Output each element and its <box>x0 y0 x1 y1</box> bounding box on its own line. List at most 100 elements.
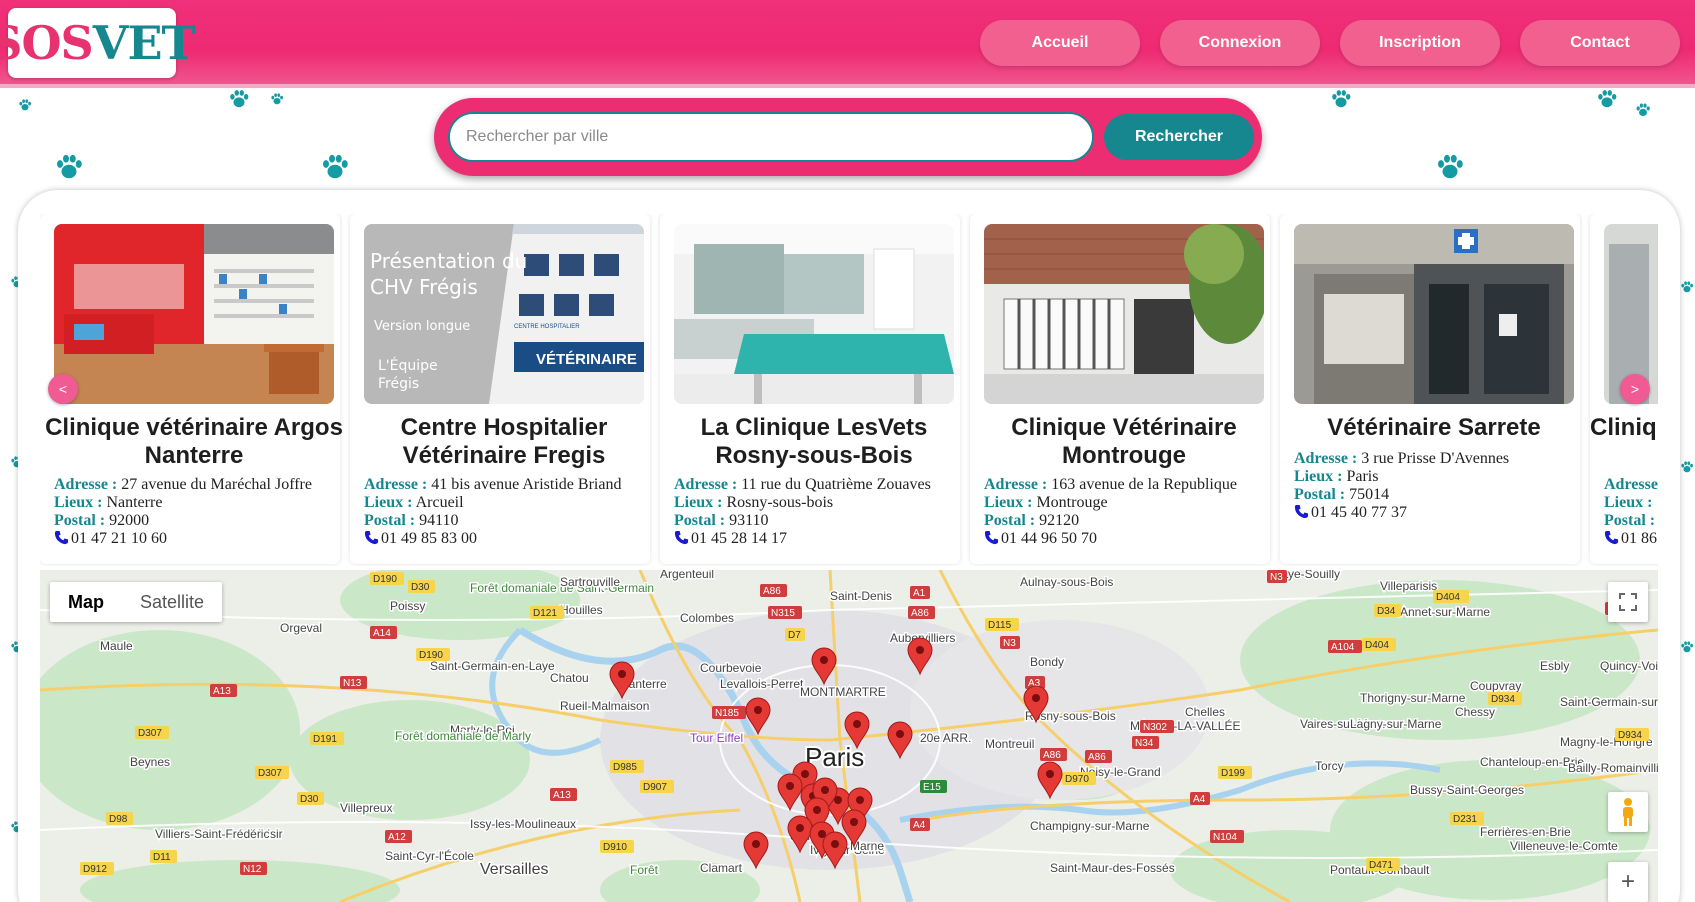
paw-icon <box>1680 460 1694 474</box>
phone-icon <box>984 530 999 550</box>
map-place-label: Tour Eiffel <box>690 731 743 745</box>
clinic-place: Rosny-sous-bois <box>726 494 834 511</box>
nav-inscription-button[interactable]: Inscription <box>1340 20 1500 66</box>
paw-icon <box>320 152 350 182</box>
header: SOS VET Accueil Connexion Inscription Con… <box>0 0 1695 88</box>
paw-icon <box>270 92 284 106</box>
road-label: D471 <box>1369 860 1393 871</box>
map-marker-dot <box>752 840 760 848</box>
map-marker-dot <box>831 840 839 848</box>
map-place-label: Issy-les-Moulineaux <box>470 817 576 831</box>
search-button[interactable]: Rechercher <box>1104 114 1254 160</box>
road-label: D985 <box>613 762 637 773</box>
road-label: A13 <box>553 790 571 801</box>
clinic-card[interactable]: Clinique vétérinaire Argos Nanterre Adre… <box>40 214 343 564</box>
overlay-line2: CHV Frégis <box>370 275 478 299</box>
map[interactable]: Argenteuil Saint-Denis Aulnay-sous-Bois Cla… <box>40 570 1658 902</box>
map-marker-dot <box>813 806 821 814</box>
map-place-label: Versailles <box>480 861 548 878</box>
map-place-label: Courbevoie <box>700 661 762 675</box>
address-label: Adresse : <box>54 476 118 493</box>
clinic-details: Adresse : 11 rue du Quatrième Zouaves Li… <box>674 476 931 550</box>
road-label: D910 <box>603 842 627 853</box>
nav-connexion-button[interactable]: Connexion <box>1160 20 1320 66</box>
map-place-label: Bondy <box>1030 655 1064 669</box>
paw-icon <box>1596 88 1618 110</box>
road-label: A1 <box>913 588 926 599</box>
postal-label: Postal : <box>674 512 726 529</box>
clinic-name: Clinique vétérinaire Argos Nanterre <box>45 414 343 469</box>
phone-icon <box>1294 504 1309 524</box>
map-canvas[interactable]: Argenteuil Saint-Denis Aulnay-sous-Bois Cla… <box>40 570 1658 902</box>
search-input[interactable] <box>448 112 1094 162</box>
road-label: D115 <box>988 620 1012 631</box>
clinic-phone[interactable]: 01 44 96 50 70 <box>1001 530 1097 547</box>
road-label: D404 <box>1365 640 1389 651</box>
map-place-label: Saint-Germain-sur-Morin <box>1560 695 1658 709</box>
clinic-phone[interactable]: 01 86 <box>1621 530 1657 547</box>
clinic-phone[interactable]: 01 49 85 83 00 <box>381 530 477 547</box>
map-marker-dot <box>786 782 794 790</box>
fullscreen-icon[interactable] <box>1608 582 1648 622</box>
logo[interactable]: SOS VET <box>0 8 196 78</box>
address-label: Adresse : <box>674 476 738 493</box>
clinic-postal: 94110 <box>419 512 459 529</box>
carousel-prev-button[interactable]: < <box>48 374 78 404</box>
pegman-icon[interactable] <box>1608 792 1648 832</box>
map-place-label: Houilles <box>560 603 603 617</box>
clinic-phone[interactable]: 01 45 28 14 17 <box>691 530 787 547</box>
map-place-label: Saint-Cyr-l'École <box>385 848 474 863</box>
nav-accueil-button[interactable]: Accueil <box>980 20 1140 66</box>
clinic-details: Adresse : 27 avenue du Maréchal Joffre L… <box>54 476 312 550</box>
clinic-postal: 92000 <box>109 512 150 529</box>
clinic-details: Adresse : 3 rue Prisse D'Avennes Lieux :… <box>1294 450 1509 524</box>
clinic-photo <box>674 224 954 404</box>
map-place-label: Forêt <box>630 863 659 877</box>
logo-part-vet: VET <box>92 16 196 70</box>
paw-icon <box>54 152 84 182</box>
map-marker-dot <box>916 646 924 654</box>
map-place-label: Levallois-Perret <box>720 677 804 691</box>
road-label: D307 <box>258 768 282 779</box>
carousel-next-button[interactable]: > <box>1620 374 1650 404</box>
clinic-card[interactable]: CENTRE HOSPITALIER VÉTÉRINAIRE Présentat… <box>350 214 650 564</box>
map-place-label: Coupvray <box>1470 679 1521 693</box>
sign-small-text: CENTRE HOSPITALIER <box>514 324 580 330</box>
postal-label: Postal : <box>1604 512 1656 529</box>
map-place-label: Villeneuve-le-Comte <box>1510 839 1618 853</box>
road-label: N3 <box>1270 572 1283 583</box>
zoom-in-button[interactable]: + <box>1608 862 1648 902</box>
clinic-card[interactable]: Clinique Vétérinaire Montrouge Adresse :… <box>970 214 1270 564</box>
search-bar: Rechercher <box>434 98 1262 176</box>
map-marker-dot <box>1046 770 1054 778</box>
clinic-postal: 93110 <box>729 512 769 529</box>
clinic-name: La Clinique LesVets Rosny-sous-Bois <box>700 414 928 469</box>
road-label: N34 <box>1135 738 1154 749</box>
clinic-card[interactable]: La Clinique LesVets Rosny-sous-Bois Adre… <box>660 214 960 564</box>
map-type-satellite-button[interactable]: Satellite <box>122 582 222 622</box>
map-type-map-button[interactable]: Map <box>50 582 122 622</box>
road-label: A86 <box>1043 750 1061 761</box>
map-marker-dot <box>754 706 762 714</box>
phone-icon <box>674 530 689 550</box>
map-place-label: 20e ARR. <box>920 731 971 745</box>
paw-icon <box>1330 88 1352 110</box>
overlay-line4: L'Équipe <box>378 357 438 374</box>
postal-label: Postal : <box>1294 486 1346 503</box>
road-label: A12 <box>388 832 406 843</box>
clinic-carousel: Clinique vétérinaire Argos Nanterre Adre… <box>40 214 1658 566</box>
clinic-phone[interactable]: 01 47 21 10 60 <box>71 530 167 547</box>
overlay-line5: Frégis <box>378 376 419 392</box>
clinic-card[interactable]: Vétérinaire Sarrete Adresse : 3 rue Pris… <box>1280 214 1580 564</box>
phone-icon <box>54 530 69 550</box>
overlay-line3: Version longue <box>374 319 470 334</box>
map-place-label: Chelles <box>1185 705 1225 719</box>
clinic-name: Centre Hospitalier Vétérinaire Fregis <box>400 414 608 469</box>
postal-label: Postal : <box>54 512 106 529</box>
nav-contact-button[interactable]: Contact <box>1520 20 1680 66</box>
map-place-label: Forêt domaniale de Marly <box>395 729 531 743</box>
clinic-postal: 92120 <box>1039 512 1080 529</box>
map-place-label: Poissy <box>390 599 425 613</box>
clinic-phone[interactable]: 01 45 40 77 37 <box>1311 504 1407 521</box>
clinic-details: Adresse : 163 avenue de la Republique Li… <box>984 476 1237 550</box>
